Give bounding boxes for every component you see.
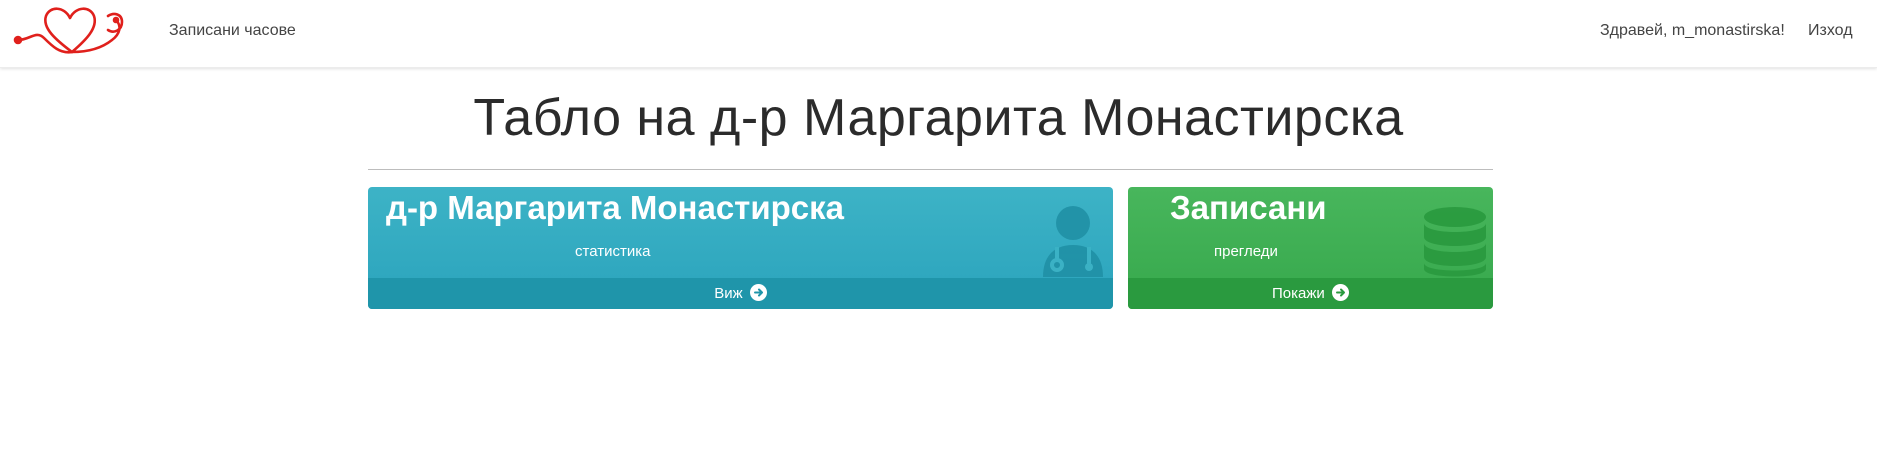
records-card-subtitle: прегледи	[1214, 243, 1278, 260]
records-show-button[interactable]: Покажи	[1128, 278, 1493, 309]
records-show-label: Покажи	[1272, 285, 1325, 302]
doctor-card-title: д-р Маргарита Монастирска	[386, 189, 845, 226]
logo-heart-stethoscope-icon[interactable]	[12, 4, 128, 60]
doctor-view-button[interactable]: Виж	[368, 278, 1113, 309]
title-divider	[368, 169, 1493, 170]
nav-appointments-link[interactable]: Записани часове	[169, 22, 296, 40]
records-card: Записани прегледи Покажи	[1128, 187, 1493, 309]
user-doctor-icon	[1039, 205, 1107, 277]
logout-link[interactable]: Изход	[1808, 22, 1853, 40]
user-greeting-link[interactable]: Здравей, m_monastirska!	[1600, 22, 1785, 40]
doctor-view-label: Виж	[714, 285, 743, 302]
arrow-circle-right-icon	[749, 284, 767, 301]
page-title: Табло на д-р Маргарита Монастирска	[473, 89, 1404, 147]
arrow-circle-right-icon	[1331, 284, 1349, 301]
doctor-stats-card: д-р Маргарита Монастирска статистика Виж	[368, 187, 1113, 309]
records-card-title: Записани	[1170, 189, 1327, 226]
doctor-card-subtitle: статистика	[575, 243, 651, 260]
database-icon	[1423, 207, 1487, 277]
navbar: Записани часове Здравей, m_monastirska! …	[0, 0, 1877, 68]
